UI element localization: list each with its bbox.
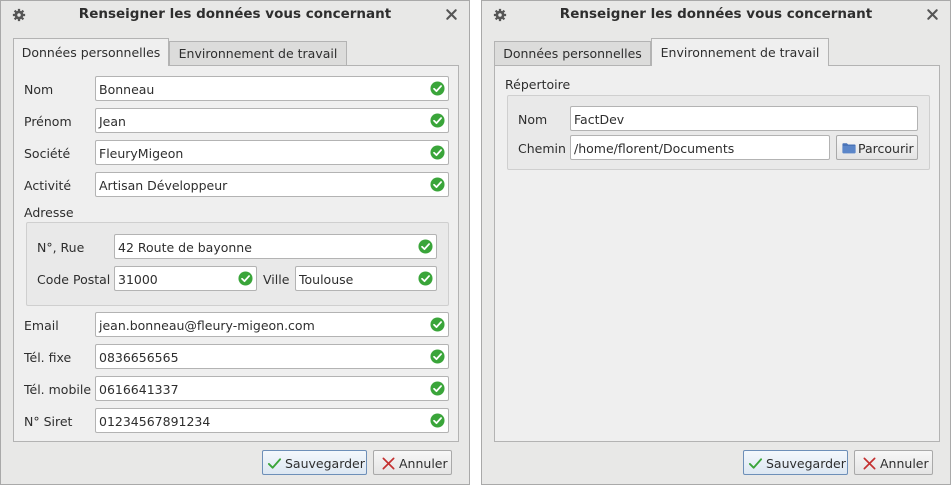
check-circle-icon	[430, 381, 445, 396]
societe-field[interactable]: FleuryMigeon	[95, 140, 449, 165]
email-label: Email	[24, 318, 59, 333]
societe-value: FleuryMigeon	[99, 146, 184, 161]
cancel-icon	[863, 457, 876, 470]
work-environment-dialog: Renseigner les données vous concernant D…	[481, 0, 951, 485]
prenom-value: Jean	[99, 114, 126, 129]
cancel-button-label: Annuler	[880, 456, 929, 471]
check-circle-icon	[430, 81, 445, 96]
rue-field[interactable]: 42 Route de bayonne	[114, 234, 437, 259]
activite-label: Activité	[24, 178, 72, 193]
tel-mobile-value: 0616641337	[99, 382, 179, 397]
code-postal-field[interactable]: 31000	[114, 266, 257, 291]
titlebar[interactable]: Renseigner les données vous concernant	[482, 1, 950, 29]
work-nom-label: Nom	[518, 112, 548, 127]
check-circle-icon	[238, 271, 253, 286]
close-icon[interactable]	[925, 7, 940, 22]
address-group: N°, Rue 42 Route de bayonne Code Postal …	[26, 222, 449, 306]
tab-work-environment[interactable]: Environnement de travail	[169, 41, 347, 65]
work-environment-panel: Répertoire Nom FactDev Chemin /home/flor…	[494, 65, 940, 442]
work-nom-field[interactable]: FactDev	[570, 106, 918, 131]
ville-label: Ville	[263, 272, 290, 287]
cancel-button-label: Annuler	[399, 456, 448, 471]
check-icon	[748, 458, 763, 469]
save-button-label: Sauvegarder	[285, 456, 365, 471]
activite-value: Artisan Développeur	[99, 178, 228, 193]
siret-value: 01234567891234	[99, 414, 211, 429]
titlebar[interactable]: Renseigner les données vous concernant	[1, 1, 469, 29]
tel-fixe-label: Tél. fixe	[24, 350, 72, 365]
chemin-field[interactable]: /home/florent/Documents	[570, 135, 830, 160]
dialog-title: Renseigner les données vous concernant	[78, 6, 392, 22]
save-button[interactable]: Sauvegarder	[262, 450, 367, 475]
check-circle-icon	[430, 177, 445, 192]
check-circle-icon	[418, 271, 433, 286]
save-button-label: Sauvegarder	[766, 456, 846, 471]
cancel-button[interactable]: Annuler	[854, 450, 933, 475]
nom-value: Bonneau	[99, 82, 155, 97]
personal-data-dialog: Renseigner les données vous concernant D…	[0, 0, 470, 485]
check-circle-icon	[430, 145, 445, 160]
repertoire-group-title: Répertoire	[505, 77, 571, 92]
dialog-title: Renseigner les données vous concernant	[559, 6, 873, 22]
check-icon	[267, 458, 282, 469]
tel-fixe-field[interactable]: 0836656565	[95, 344, 449, 369]
repertoire-group: Nom FactDev Chemin /home/florent/Documen…	[507, 95, 930, 170]
nom-field[interactable]: Bonneau	[95, 76, 449, 101]
save-button[interactable]: Sauvegarder	[743, 450, 848, 475]
browse-button[interactable]: Parcourir	[836, 135, 918, 160]
prenom-label: Prénom	[24, 114, 72, 129]
activite-field[interactable]: Artisan Développeur	[95, 172, 449, 197]
tab-work-environment[interactable]: Environnement de travail	[651, 38, 829, 66]
siret-label: N° Siret	[24, 414, 73, 429]
prenom-field[interactable]: Jean	[95, 108, 449, 133]
code-postal-value: 31000	[118, 272, 158, 287]
check-circle-icon	[430, 349, 445, 364]
rue-value: 42 Route de bayonne	[118, 240, 252, 255]
chemin-value: /home/florent/Documents	[574, 141, 735, 156]
chemin-label: Chemin	[518, 141, 566, 156]
tab-personal-data[interactable]: Données personnelles	[13, 38, 169, 66]
tel-mobile-label: Tél. mobile	[24, 382, 92, 397]
rue-label: N°, Rue	[37, 240, 85, 255]
browse-button-label: Parcourir	[858, 141, 914, 156]
cancel-icon	[382, 457, 395, 470]
email-field[interactable]: jean.bonneau@fleury-migeon.com	[95, 312, 449, 337]
close-icon[interactable]	[444, 7, 459, 22]
siret-field[interactable]: 01234567891234	[95, 408, 449, 433]
ville-field[interactable]: Toulouse	[295, 266, 437, 291]
folder-icon	[842, 143, 856, 154]
ville-value: Toulouse	[299, 272, 354, 287]
cancel-button[interactable]: Annuler	[373, 450, 452, 475]
address-group-title: Adresse	[24, 205, 74, 220]
email-value: jean.bonneau@fleury-migeon.com	[99, 318, 315, 333]
code-postal-label: Code Postal	[37, 272, 111, 287]
check-circle-icon	[430, 113, 445, 128]
tab-personal-data[interactable]: Données personnelles	[494, 41, 651, 65]
check-circle-icon	[430, 317, 445, 332]
check-circle-icon	[418, 239, 433, 254]
personal-data-panel: Nom Bonneau Prénom Jean Société FleuryMi…	[13, 65, 459, 442]
nom-label: Nom	[24, 82, 54, 97]
tel-mobile-field[interactable]: 0616641337	[95, 376, 449, 401]
tel-fixe-value: 0836656565	[99, 350, 179, 365]
societe-label: Société	[24, 146, 71, 161]
check-circle-icon	[430, 413, 445, 428]
work-nom-value: FactDev	[574, 112, 625, 127]
